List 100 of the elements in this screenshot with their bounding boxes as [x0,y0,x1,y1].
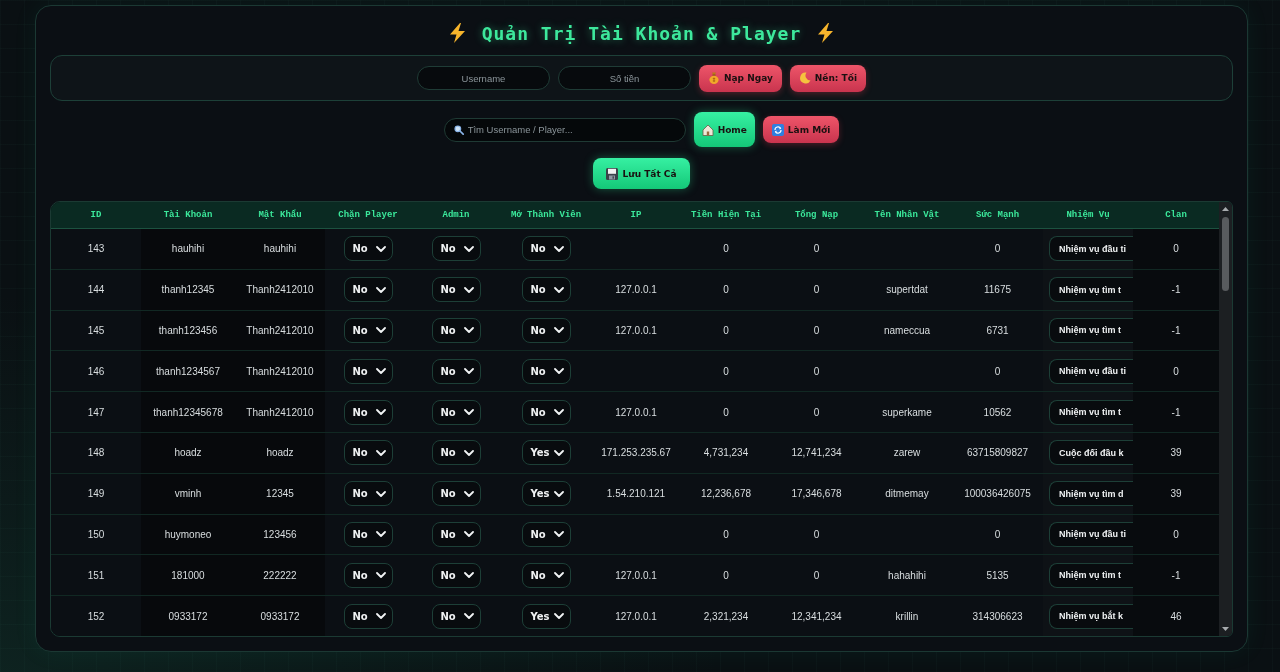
top-up-button[interactable]: Nạp Ngay [699,64,782,92]
table-cell-text: 149 [86,487,106,502]
table-cell-text: 0 [722,283,730,298]
select-field[interactable]: No [343,277,393,303]
table-cell: Thanh2412010 [235,269,325,310]
select-field[interactable]: Nhiệm vụ tìm t [1049,399,1133,425]
select-field[interactable]: Nhiệm vụ đầu ti [1049,358,1133,384]
select-field[interactable]: No [343,399,393,425]
select-field[interactable]: Yes [521,481,571,507]
select-field[interactable]: No [431,521,481,547]
moon-icon [798,72,811,84]
table-cell: Thanh2412010 [235,392,325,432]
select-field[interactable]: No [521,277,571,303]
select-field[interactable]: No [343,481,393,507]
table-cell-text: 11675 [982,283,1013,298]
select-field[interactable]: Nhiệm vụ tìm t [1049,277,1133,303]
select-field[interactable]: No [343,318,393,343]
table-cell-text: 10562 [982,405,1013,420]
table-cell-text: nameccua [882,324,932,338]
select-field[interactable]: Yes [521,440,571,466]
column-header: ID [89,209,103,222]
table-cell-text: zarew [892,446,922,461]
table-cell-text: 100036426075 [963,487,1032,502]
select-field[interactable]: No [343,603,393,629]
chevron-down-icon [463,449,474,456]
select-field[interactable]: No [521,318,571,343]
column-header: Admin [441,209,471,222]
select-field[interactable]: No [431,236,481,262]
table-cell-text: 0 [812,405,821,420]
select-field[interactable]: Nhiệm vụ bắt k [1049,603,1133,629]
table-cell: 46 [1133,596,1219,636]
scrollbar[interactable] [1219,202,1232,636]
select-field[interactable]: Nhiệm vụ tìm t [1049,562,1133,588]
select-field[interactable]: No [431,562,481,588]
home-button[interactable]: Home [693,112,755,147]
select-field[interactable]: No [343,440,393,466]
username-field[interactable]: Username [417,66,550,90]
table-cell-text: 0 [722,324,730,338]
table-cell-text: 152 [86,609,106,624]
select-field[interactable]: No [431,358,481,384]
select-field[interactable]: No [521,399,571,425]
chevron-down-icon [375,286,386,293]
select-field[interactable]: No [521,236,571,262]
table-cell: thanh1234567 [141,351,235,392]
chevron-down-icon [553,409,564,416]
select-field[interactable]: No [343,358,393,384]
column-header: Clan [1164,209,1188,222]
select-field[interactable]: Cuộc đối đầu k [1049,440,1133,466]
table-cell: hauhihi [235,229,325,269]
table-cell: hauhihi [141,229,235,269]
table-cell: 39 [1133,433,1219,473]
save-all-button[interactable]: Lưu Tất Cả [593,158,690,189]
table-cell: -1 [1133,555,1219,596]
select-field[interactable]: No [343,521,393,547]
select-field[interactable]: No [431,318,481,343]
table-cell-text: 0 [812,364,821,379]
search-field[interactable]: Tìm Username / Player... [443,117,686,142]
table-cell-text: 148 [86,446,106,461]
select-field[interactable]: Nhiệm vụ đầu ti [1049,236,1133,262]
theme-button[interactable]: Nền: Tối [789,64,866,92]
table-cell: 0 [1133,229,1219,269]
select-field[interactable]: Nhiệm vụ đầu ti [1049,521,1133,547]
table-cell-text: 151 [86,568,106,583]
select-field[interactable]: No [431,481,481,507]
select-field[interactable]: No [431,399,481,425]
select-field[interactable]: No [521,521,571,547]
column-header: Tên Nhân Vật [873,209,941,222]
table-cell-text: 0 [722,405,730,420]
select-field[interactable]: No [521,562,571,588]
page-title: Quản Trị Tài Khoản & Player [481,22,802,44]
table-cell: -1 [1133,269,1219,310]
table-cell: thanh12345 [141,269,235,310]
table-cell: 222222 [235,555,325,596]
amount-field[interactable]: Số tiền [558,66,691,90]
table-cell: -1 [1133,310,1219,351]
table-cell-text: 12,236,678 [699,487,753,502]
select-field[interactable]: Nhiệm vụ tìm d [1049,481,1133,507]
select-field[interactable]: No [343,562,393,588]
select-field[interactable]: No [431,277,481,303]
chevron-down-icon [463,490,474,497]
table-cell: Thanh2412010 [235,310,325,351]
column-header: Chặn Player [337,209,399,222]
refresh-button[interactable]: Làm Mới [762,116,840,143]
table-cell-text: 0 [722,364,730,379]
chevron-down-icon [375,490,386,497]
select-field[interactable]: No [431,440,481,466]
table-cell-text: hahahihi [887,568,927,583]
table-cell: -1 [1133,392,1219,432]
table-cell: hoadz [235,433,325,473]
select-field[interactable]: Yes [521,603,571,629]
chevron-down-icon [463,245,474,252]
refresh-icon [771,123,784,136]
table-cell: 0933172 [235,596,325,636]
table-cell: 123456 [235,514,325,555]
select-field[interactable]: No [343,236,393,262]
select-field[interactable]: No [521,358,571,384]
select-field[interactable]: Nhiệm vụ tìm t [1049,318,1133,343]
chevron-down-icon [463,613,474,620]
select-field[interactable]: No [431,603,481,629]
table-cell-text: 143 [86,242,106,257]
